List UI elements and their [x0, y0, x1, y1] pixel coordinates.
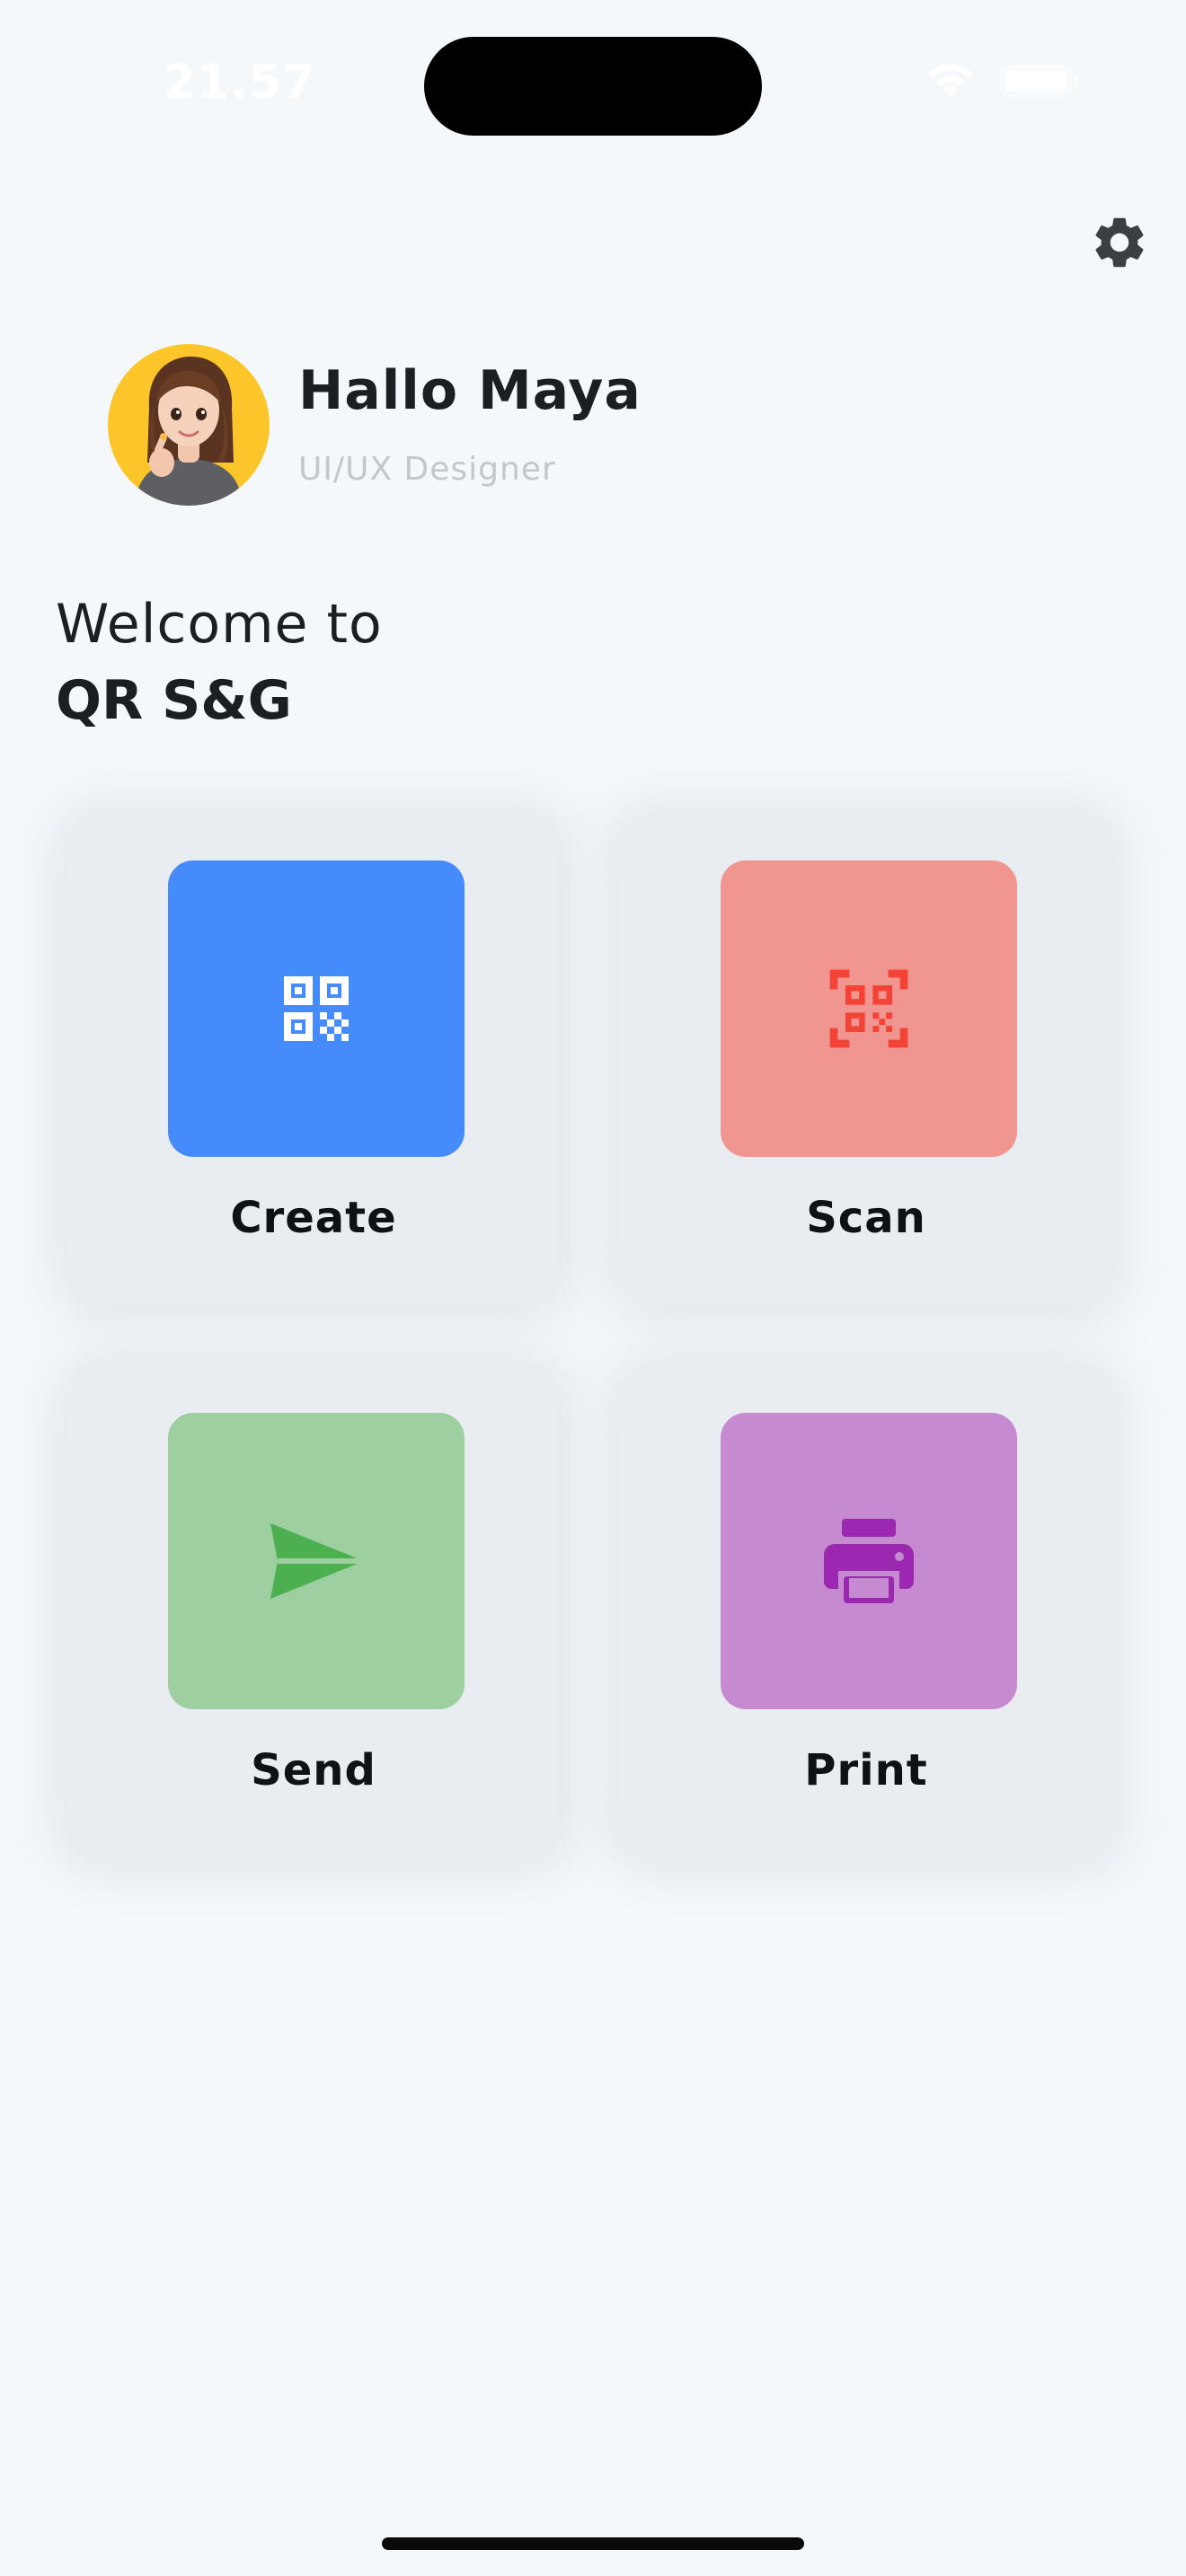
qr-code-icon: [284, 976, 349, 1041]
gear-icon: [1095, 217, 1144, 268]
qr-scan-icon: [829, 969, 908, 1048]
welcome-text: Welcome to: [56, 593, 383, 656]
create-label: Create: [230, 1193, 397, 1243]
user-role: UI/UX Designer: [298, 451, 556, 488]
settings-button[interactable]: [1089, 212, 1150, 273]
scan-card[interactable]: Scan: [620, 816, 1112, 1308]
send-icon: [270, 1523, 364, 1599]
avatar-memoji: [135, 357, 243, 506]
home-indicator[interactable]: [382, 2537, 804, 2550]
app-name: QR S&G: [56, 669, 292, 732]
scan-tile[interactable]: [721, 860, 1017, 1157]
status-bar: 21.57: [0, 0, 1186, 171]
send-tile[interactable]: [168, 1413, 465, 1709]
scan-label: Scan: [806, 1193, 926, 1243]
status-time: 21.57: [164, 56, 316, 110]
print-card[interactable]: Print: [620, 1368, 1112, 1860]
send-card[interactable]: Send: [67, 1368, 560, 1860]
greeting: Hallo Maya: [298, 359, 642, 422]
dynamic-island: [424, 37, 762, 136]
send-label: Send: [251, 1745, 376, 1795]
avatar[interactable]: [108, 344, 270, 506]
battery-icon: [999, 65, 1078, 97]
wifi-icon: [928, 64, 973, 97]
create-tile[interactable]: [168, 860, 465, 1157]
print-tile[interactable]: [721, 1413, 1017, 1709]
print-label: Print: [804, 1745, 928, 1795]
print-icon: [824, 1519, 914, 1603]
create-card[interactable]: Create: [67, 816, 560, 1308]
status-icons: [925, 63, 1080, 99]
